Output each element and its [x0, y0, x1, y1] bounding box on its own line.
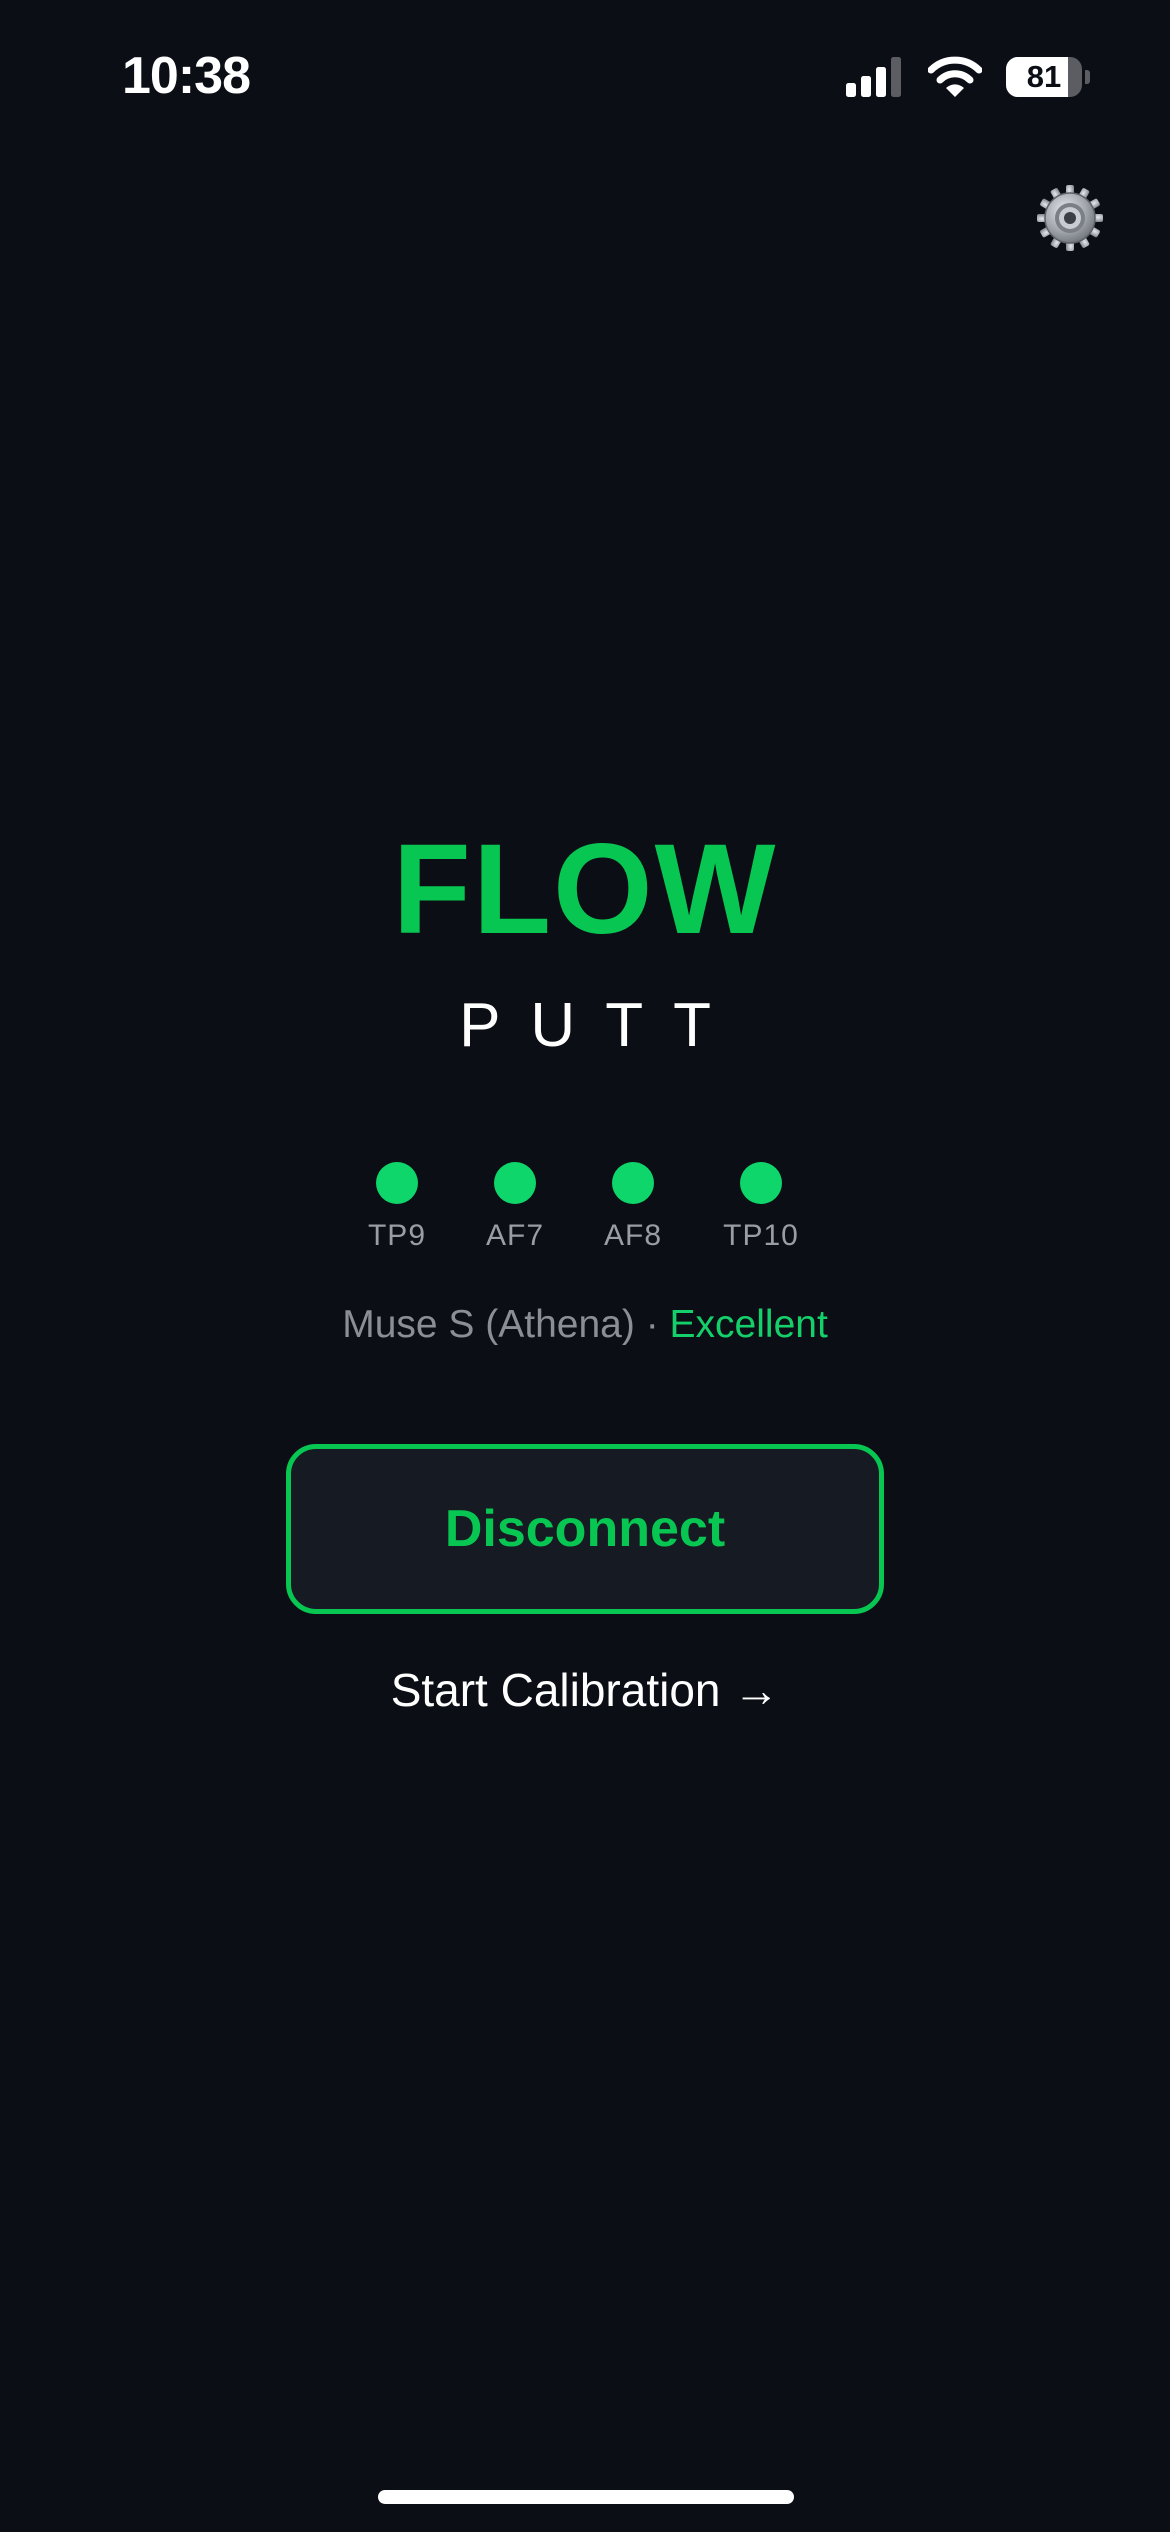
brand-title: FLOW: [392, 818, 778, 961]
signal-quality: Excellent: [669, 1303, 828, 1346]
sensor-status-dot: [376, 1162, 418, 1204]
battery-cap: [1085, 70, 1090, 84]
status-time: 10:38: [122, 47, 251, 105]
gear-icon: [1037, 185, 1103, 251]
sensor-af8: AF8: [563, 1162, 703, 1254]
battery-body: 81: [1006, 57, 1082, 97]
home-indicator[interactable]: [378, 2490, 794, 2504]
status-icons: 81: [846, 52, 1090, 102]
sensor-label: AF8: [603, 1219, 663, 1252]
sensor-status-dot: [740, 1162, 782, 1204]
battery-icon: 81: [1006, 57, 1090, 97]
device-status: Muse S (Athena) · Excellent: [0, 1302, 1170, 1348]
start-calibration-link[interactable]: Start Calibration →: [0, 1662, 1170, 1718]
disconnect-button[interactable]: Disconnect: [286, 1444, 884, 1614]
battery-level: 81: [1026, 59, 1062, 94]
sensor-label: TP9: [367, 1219, 427, 1252]
settings-button[interactable]: [1034, 182, 1106, 254]
sensor-status-dot: [494, 1162, 536, 1204]
brand-subtitle: PUTT: [459, 991, 741, 1060]
sensor-label: TP10: [723, 1219, 799, 1252]
device-name: Muse S (Athena): [342, 1303, 635, 1346]
sensor-label: AF7: [485, 1219, 545, 1252]
signal-icon: [846, 57, 901, 97]
sensor-tp10: TP10: [691, 1162, 831, 1254]
wifi-icon: [928, 56, 982, 97]
app-screen: 10:38 81 FLOW PUTT TP9 AF7 AF8 TP10 Muse…: [0, 0, 1170, 2532]
sensor-status-dot: [612, 1162, 654, 1204]
status-separator: ·: [634, 1303, 670, 1346]
